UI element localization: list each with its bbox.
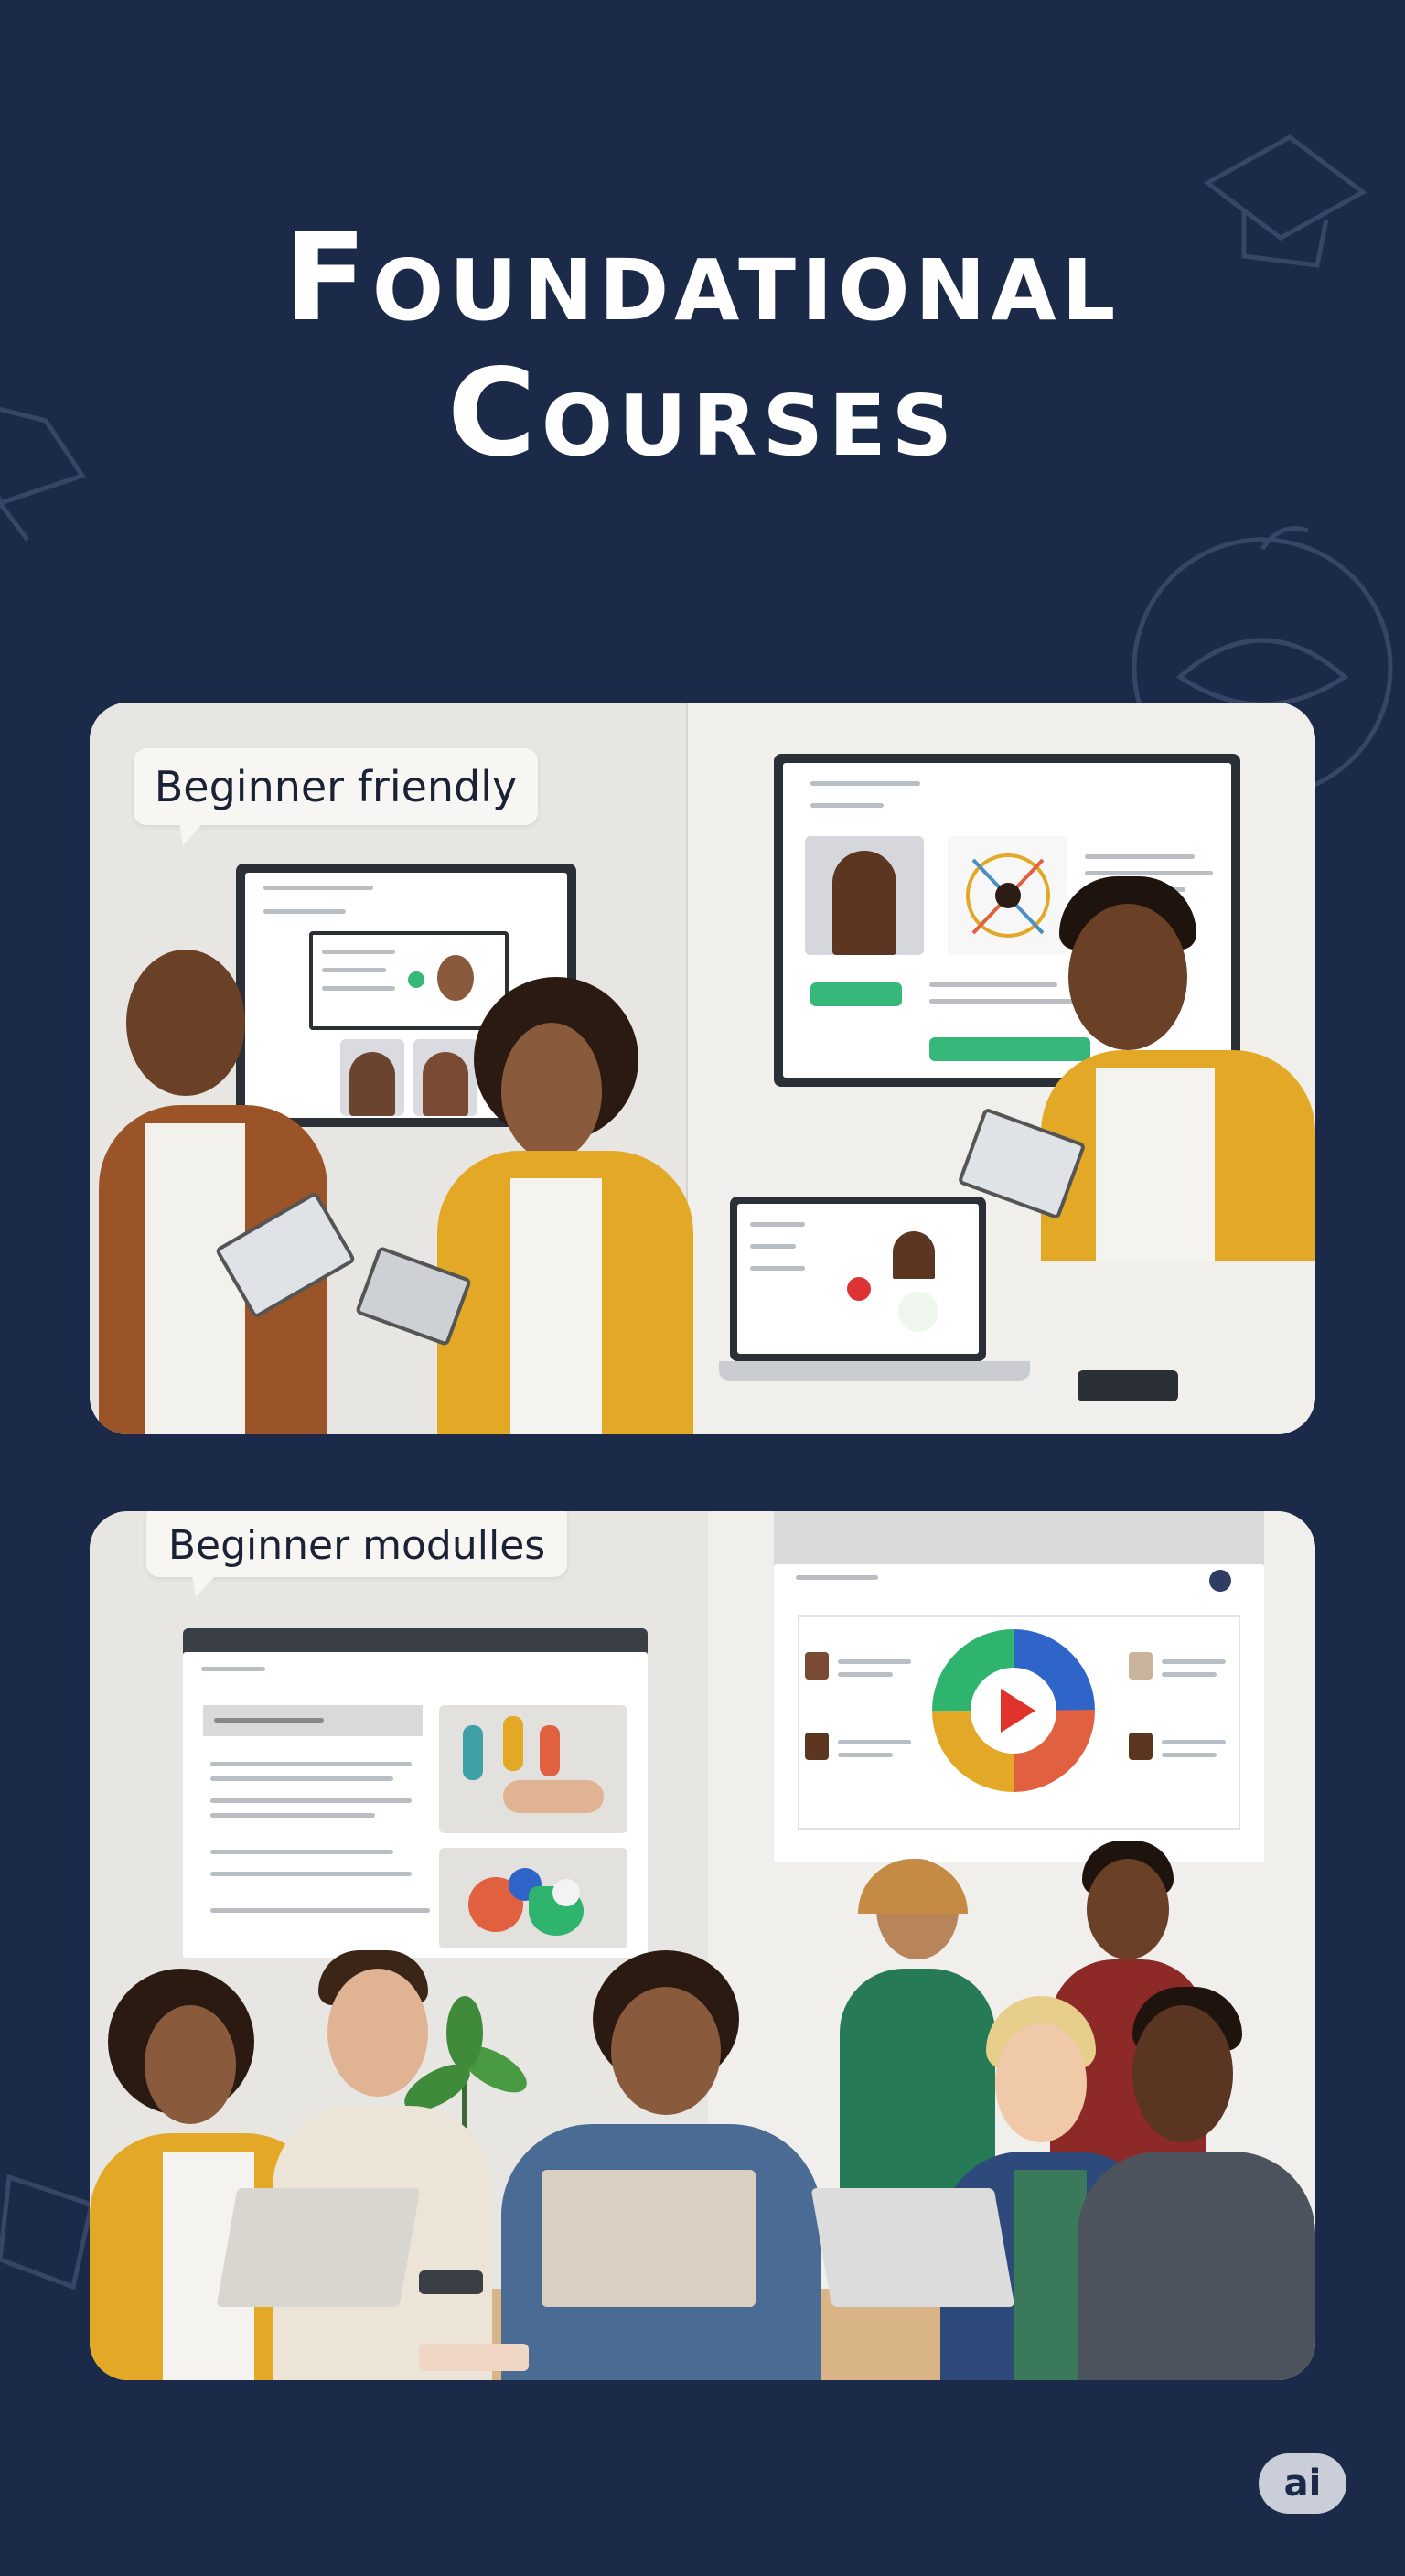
wall-screen [774, 1511, 1264, 1862]
student-seated [492, 1950, 821, 2380]
speech-bubble: Beginner friendly [134, 748, 538, 845]
title-line-2: Courses [447, 343, 958, 484]
book-icon [0, 2174, 94, 2291]
speech-bubble: Beginner modulles [146, 1511, 567, 1597]
ai-logo: ai [1259, 2453, 1346, 2514]
browser-window [183, 1628, 648, 1958]
browser-content [183, 1652, 648, 1958]
title-line-1: Foundational [284, 208, 1121, 349]
laptop [542, 2170, 756, 2307]
course-card-beginner-modules: Beginner modulles [90, 1511, 1315, 2380]
page-title: Foundational Courses [0, 210, 1405, 481]
notebook [419, 2344, 529, 2371]
laptop-screen [737, 1204, 979, 1354]
laptop-base [719, 1361, 1030, 1381]
donut-chart-icon [932, 1629, 1095, 1792]
man-with-tablet [90, 950, 327, 1434]
student-seated [254, 1950, 492, 2380]
green-action-button [810, 982, 902, 1006]
play-icon [847, 1277, 871, 1301]
notebook [1078, 1370, 1178, 1401]
student-seated [1078, 1987, 1315, 2380]
notebook [419, 2270, 483, 2294]
laptop [730, 1197, 986, 1361]
course-card-beginner-friendly: Beginner friendly [90, 703, 1315, 1434]
laptop [810, 2188, 1015, 2307]
wall-screen-content [774, 1564, 1264, 1862]
woman-with-tablet [410, 977, 693, 1434]
laptop [216, 2188, 421, 2307]
